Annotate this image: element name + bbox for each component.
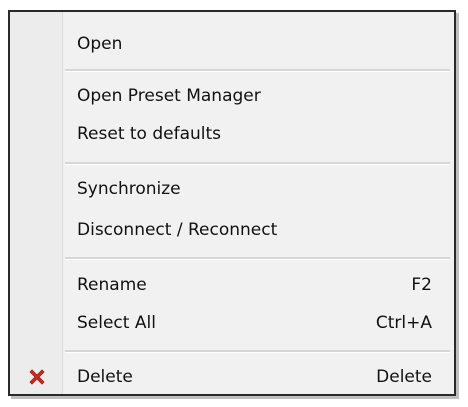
red-x-icon [12,358,62,396]
menu-item-label: Select All [77,313,156,333]
menu-item-shortcut: Delete [376,367,432,387]
menu-item-label: Delete [77,367,133,387]
menu-item-rename[interactable]: Rename F2 [12,266,452,304]
menu-item-select-all[interactable]: Select All Ctrl+A [12,304,452,342]
menu-separator [65,350,450,353]
menu-separator [65,69,450,72]
menu-item-open-preset-manager[interactable]: Open Preset Manager [12,77,452,115]
menu-item-shortcut: Ctrl+A [375,313,432,333]
context-menu: Open Open Preset Manager Reset to defaul… [8,10,456,396]
menu-item-label: Rename [77,275,147,295]
icon-slot [12,266,62,304]
menu-item-disconnect-reconnect[interactable]: Disconnect / Reconnect [12,211,452,249]
menu-separator [65,257,450,260]
icon-slot [12,211,62,249]
icon-slot [12,25,62,63]
menu-item-label: Open [77,34,123,54]
menu-separator [65,162,450,165]
icon-slot [12,304,62,342]
menu-item-open[interactable]: Open [12,25,452,63]
menu-item-delete[interactable]: Delete Delete [12,358,452,396]
icon-slot [12,115,62,153]
menu-item-shortcut: F2 [411,275,432,295]
menu-item-label: Synchronize [77,179,181,199]
icon-slot [12,77,62,115]
menu-item-reset-to-defaults[interactable]: Reset to defaults [12,115,452,153]
menu-item-label: Disconnect / Reconnect [77,220,278,240]
menu-item-synchronize[interactable]: Synchronize [12,170,452,208]
menu-item-label: Open Preset Manager [77,86,261,106]
menu-item-label: Reset to defaults [77,124,222,144]
icon-slot [12,170,62,208]
